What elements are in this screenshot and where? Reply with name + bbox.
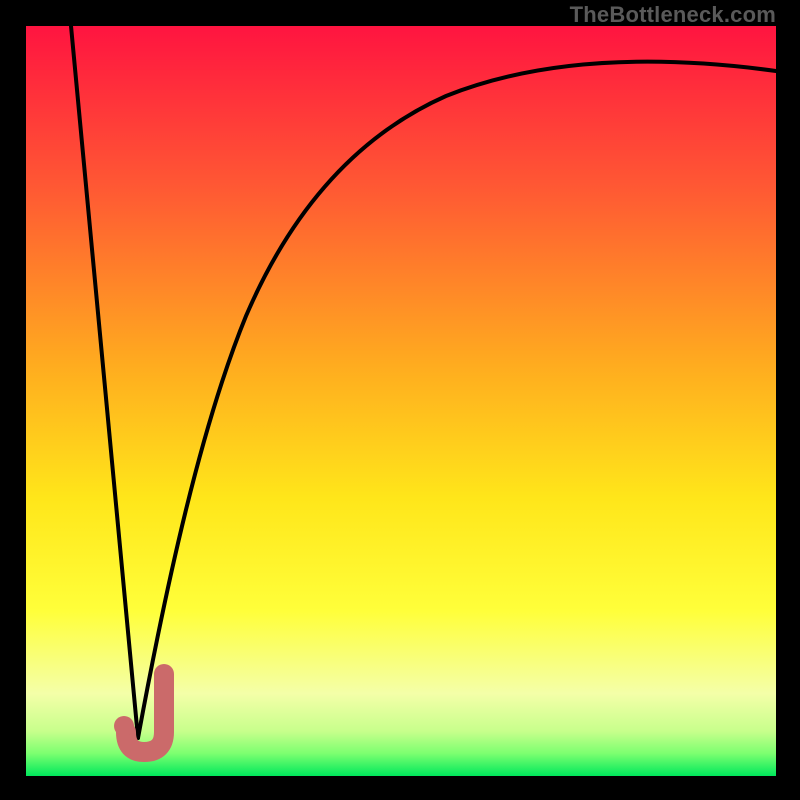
outer-frame: TheBottleneck.com [0,0,800,800]
watermark-text: TheBottleneck.com [570,2,776,28]
hook-dot [114,716,134,736]
curves-layer [26,26,776,776]
left-line [71,26,138,738]
plot-area [26,26,776,776]
right-curve [138,62,776,738]
